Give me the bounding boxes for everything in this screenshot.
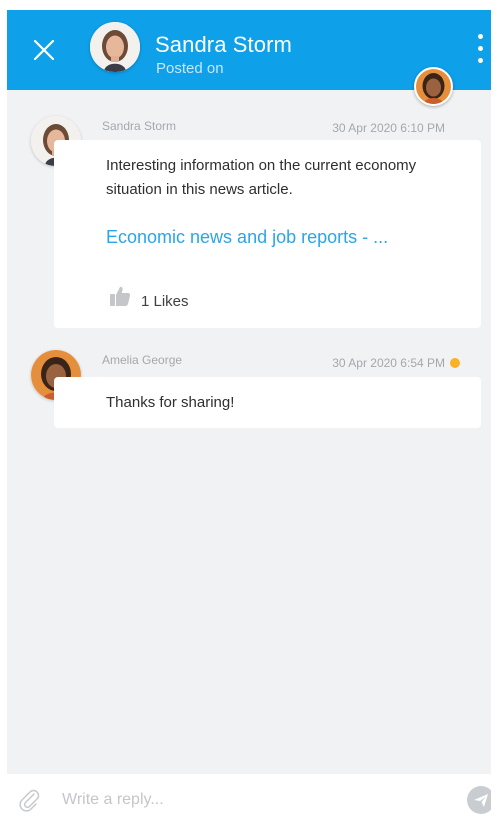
message-author: Sandra Storm xyxy=(102,119,177,133)
message-timestamp: 30 Apr 2020 6:10 PM xyxy=(332,121,445,135)
thumbs-up-icon xyxy=(110,286,131,306)
article-link[interactable]: Economic news and job reports - ... xyxy=(106,227,388,248)
message-bubble: Thanks for sharing! xyxy=(54,377,481,428)
unread-indicator xyxy=(450,358,460,368)
participant-avatar[interactable] xyxy=(414,67,453,106)
message-bubble: Interesting information on the current e… xyxy=(54,140,481,328)
close-button[interactable] xyxy=(29,35,59,65)
header-title: Sandra Storm xyxy=(155,32,292,57)
reply-input[interactable] xyxy=(62,785,442,815)
send-button[interactable] xyxy=(467,786,491,814)
paperclip-icon xyxy=(19,789,40,812)
reply-bar xyxy=(7,774,491,825)
send-icon xyxy=(474,794,488,807)
message-text: Interesting information on the current e… xyxy=(106,157,417,198)
message-text: Thanks for sharing! xyxy=(106,394,235,411)
header-subtitle: Posted on xyxy=(156,60,224,77)
close-icon xyxy=(33,39,55,61)
more-vertical-icon xyxy=(478,34,483,39)
message-timestamp: 30 Apr 2020 6:54 PM xyxy=(332,356,445,370)
message-author: Amelia George xyxy=(102,353,183,367)
discussion-screen: Sandra Storm Posted on Sandra Storm 30 A… xyxy=(7,10,491,825)
like-button[interactable] xyxy=(109,285,131,307)
attach-button[interactable] xyxy=(17,788,41,812)
more-menu-button[interactable] xyxy=(473,32,487,66)
like-count: 1 Likes xyxy=(141,293,189,310)
author-avatar[interactable] xyxy=(90,22,140,72)
